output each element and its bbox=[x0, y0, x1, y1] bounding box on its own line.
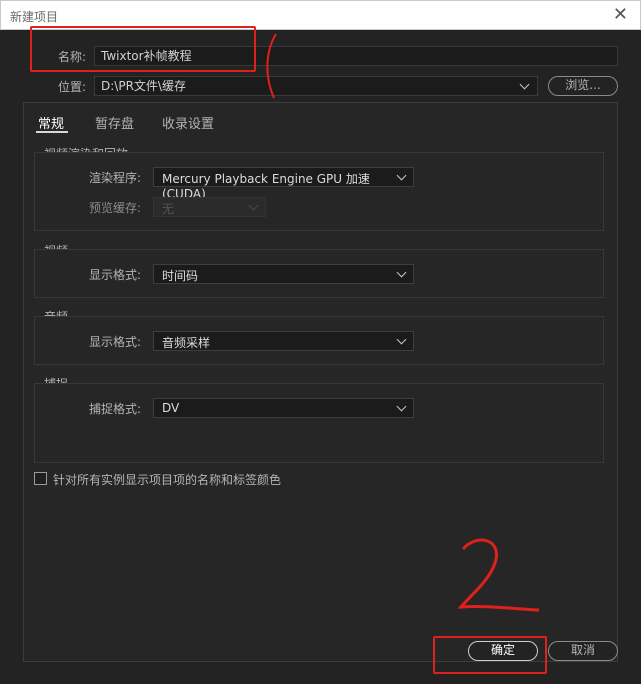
preview-cache-dropdown: 无 bbox=[153, 197, 266, 217]
capture-format-label: 捕捉格式: bbox=[89, 402, 142, 416]
settings-panel: 常规 暂存盘 收录设置 视频渲染和回放 渲染程序: Mercury Playba… bbox=[23, 102, 618, 662]
renderer-label: 渲染程序: bbox=[89, 171, 142, 185]
show-label-color-checkbox[interactable] bbox=[34, 472, 47, 485]
capture-format-value: DV bbox=[162, 401, 180, 415]
browse-button[interactable]: 浏览... bbox=[548, 76, 618, 96]
location-label: 位置: bbox=[58, 80, 87, 94]
location-value: D:\PR文件\缓存 bbox=[101, 79, 186, 93]
chevron-down-icon bbox=[396, 401, 407, 412]
show-label-color-label: 针对所有实例显示项目项的名称和标签颜色 bbox=[53, 473, 282, 487]
video-format-label: 显示格式: bbox=[89, 268, 142, 282]
name-label: 名称: bbox=[58, 50, 87, 64]
chevron-down-icon bbox=[248, 200, 259, 211]
audio-format-value: 音频采样 bbox=[162, 336, 211, 350]
capture-format-dropdown[interactable]: DV bbox=[153, 398, 414, 418]
tab-ingest-settings[interactable]: 收录设置 bbox=[162, 113, 214, 132]
window-titlebar: 新建项目 ✕ bbox=[0, 0, 641, 30]
project-name-value: Twixtor补帧教程 bbox=[101, 49, 192, 63]
chevron-down-icon bbox=[396, 334, 407, 345]
audio-group: 显示格式: 音频采样 bbox=[34, 316, 604, 365]
capture-group: 捕捉格式: DV bbox=[34, 383, 604, 463]
cancel-button[interactable]: 取消 bbox=[548, 641, 618, 661]
dialog-body: 名称: Twixtor补帧教程 位置: D:\PR文件\缓存 浏览... 常规 … bbox=[0, 30, 641, 684]
renderer-dropdown[interactable]: Mercury Playback Engine GPU 加速 (CUDA) bbox=[153, 167, 414, 201]
video-format-value: 时间码 bbox=[162, 269, 199, 283]
close-icon[interactable]: ✕ bbox=[613, 5, 628, 25]
render-group: 渲染程序: Mercury Playback Engine GPU 加速 (CU… bbox=[34, 152, 604, 231]
tab-scratch-disks[interactable]: 暂存盘 bbox=[95, 113, 134, 132]
chevron-down-icon bbox=[396, 267, 407, 278]
video-group: 显示格式: 时间码 bbox=[34, 249, 604, 298]
preview-cache-value: 无 bbox=[162, 202, 175, 216]
audio-format-dropdown[interactable]: 音频采样 bbox=[153, 331, 414, 351]
ok-button[interactable]: 确定 bbox=[468, 641, 538, 661]
tab-general[interactable]: 常规 bbox=[38, 113, 64, 132]
chevron-down-icon bbox=[519, 79, 530, 90]
audio-format-label: 显示格式: bbox=[89, 335, 142, 349]
location-select[interactable]: D:\PR文件\缓存 bbox=[94, 76, 538, 96]
active-tab-indicator bbox=[36, 131, 68, 133]
chevron-down-icon bbox=[396, 170, 407, 181]
window-title: 新建项目 bbox=[10, 10, 59, 24]
video-format-dropdown[interactable]: 时间码 bbox=[153, 264, 414, 284]
preview-cache-label: 预览缓存: bbox=[89, 201, 142, 215]
project-name-input[interactable]: Twixtor补帧教程 bbox=[94, 46, 618, 66]
